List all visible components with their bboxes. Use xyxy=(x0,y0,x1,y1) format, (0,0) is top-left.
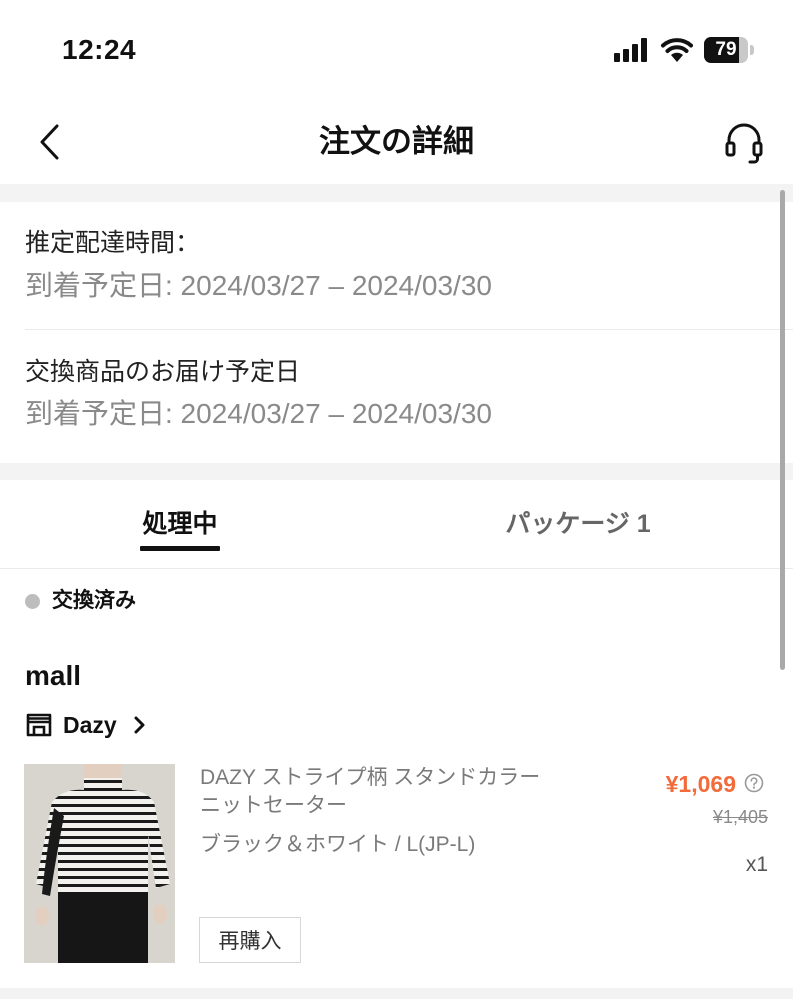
order-status: 交換済み xyxy=(52,589,136,612)
tab-package-1[interactable]: パッケージ 1 xyxy=(478,502,678,546)
battery-level: 79 xyxy=(715,39,737,60)
rebuy-button[interactable]: 再購入 xyxy=(199,917,301,963)
product-variant: ブラック＆ホワイト / L(JP-L) xyxy=(200,833,476,856)
estimated-delivery-label: 推定配達時間： xyxy=(25,229,201,257)
headset-icon xyxy=(725,123,763,164)
active-tab-indicator xyxy=(140,546,220,551)
product-title[interactable]: DAZY ストライプ柄 スタンドカラー ニットセーター xyxy=(200,764,560,820)
signal-icon xyxy=(614,38,650,62)
wifi-icon xyxy=(660,37,694,63)
tab-processing[interactable]: 処理中 xyxy=(100,502,260,546)
product-image[interactable] xyxy=(24,764,175,963)
product-price: ¥1,069 xyxy=(665,771,736,797)
section-divider xyxy=(0,463,793,480)
scrollbar[interactable] xyxy=(780,190,785,670)
status-dot-icon xyxy=(25,594,40,609)
divider xyxy=(0,568,793,569)
exchange-delivery-label: 交換商品のお届け予定日 xyxy=(25,358,301,386)
exchange-delivery-date: 到着予定日: 2024/03/27 – 2024/03/30 xyxy=(25,398,492,429)
customer-support-button[interactable] xyxy=(718,116,770,168)
section-divider xyxy=(0,988,793,999)
chevron-right-icon xyxy=(134,716,145,734)
divider xyxy=(25,329,793,330)
section-divider xyxy=(0,184,793,202)
quantity: x1 xyxy=(745,853,768,876)
info-icon[interactable] xyxy=(744,773,764,793)
mall-label: mall xyxy=(25,660,82,691)
store-icon xyxy=(26,713,52,737)
page-title: 注文の詳細 xyxy=(319,124,474,159)
battery-icon: 79 xyxy=(704,37,756,63)
estimated-delivery-date: 到着予定日: 2024/03/27 – 2024/03/30 xyxy=(25,270,492,301)
store-link[interactable]: Dazy xyxy=(25,708,149,742)
original-price: ¥1,405 xyxy=(712,807,768,827)
status-time: 12:24 xyxy=(62,34,137,65)
store-name: Dazy xyxy=(63,711,117,738)
